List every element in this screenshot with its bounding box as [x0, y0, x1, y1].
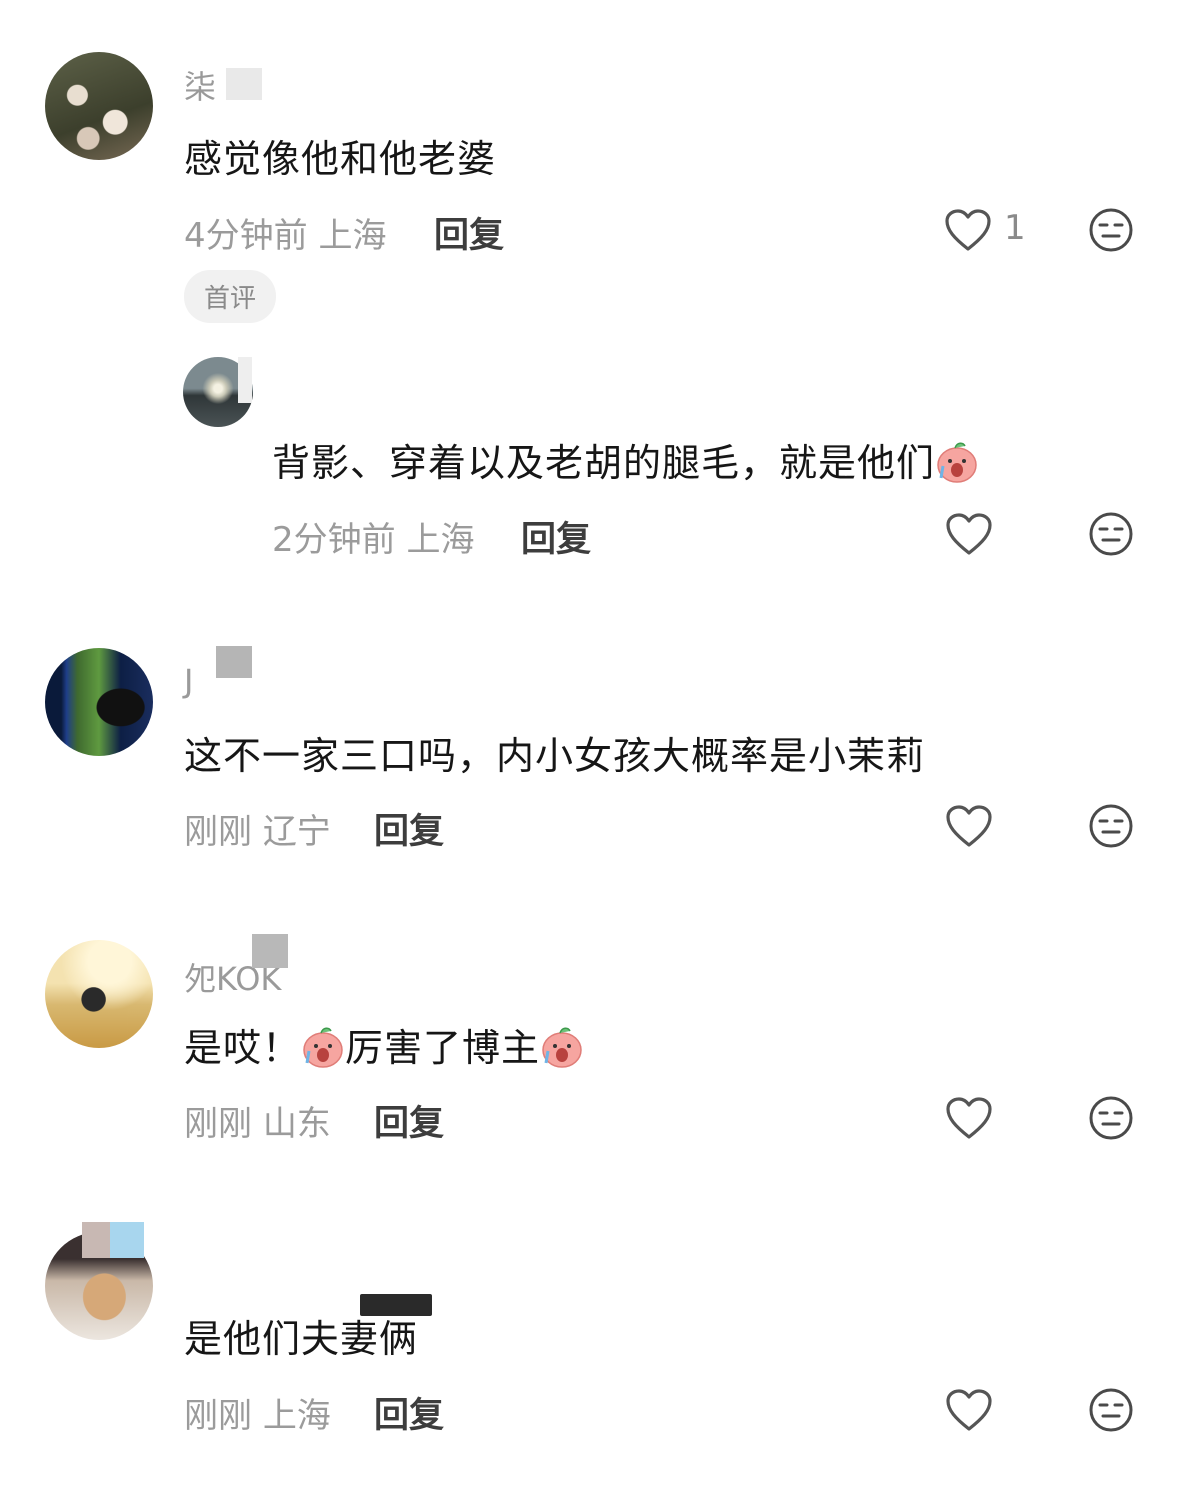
crying-peach-emoji	[540, 1025, 584, 1069]
comment-time: 刚刚	[184, 812, 252, 852]
comment-text-part: 厉害了博主	[345, 1026, 541, 1070]
reply-button[interactable]: 回复	[434, 207, 504, 258]
like-count: 1	[1004, 208, 1026, 248]
redaction-mask	[252, 934, 288, 968]
reply-text: 背影、穿着以及老胡的腿毛，就是他们	[272, 432, 979, 487]
neutral-face-icon[interactable]	[1088, 1095, 1134, 1141]
comment-meta: 刚刚 辽宁	[184, 804, 331, 853]
comment-meta: 刚刚 上海	[184, 1388, 331, 1437]
redaction-mask	[82, 1222, 110, 1258]
comment-text: 是哎！ 厉害了博主	[184, 1017, 584, 1072]
comment-text: 是他们夫妻俩	[184, 1317, 419, 1361]
comment-text-part: 是哎！	[184, 1026, 302, 1070]
comment-location: 山东	[262, 1104, 331, 1144]
reply-meta: 2分钟前 上海	[272, 512, 474, 561]
heart-outline-icon[interactable]	[945, 1096, 993, 1140]
heart-outline-icon[interactable]	[945, 1388, 993, 1432]
comment-meta: 刚刚 山东	[184, 1096, 331, 1145]
heart-outline-icon[interactable]	[945, 804, 993, 848]
comment-location: 上海	[318, 216, 387, 256]
redaction-mask	[110, 1222, 144, 1258]
crying-peach-emoji	[301, 1025, 345, 1069]
reply-location: 上海	[406, 520, 475, 560]
comment-text: 感觉像他和他老婆	[184, 137, 497, 181]
avatar[interactable]	[45, 52, 153, 160]
comment-time: 刚刚	[184, 1104, 252, 1144]
heart-outline-icon[interactable]	[945, 512, 993, 556]
comment-meta: 4分钟前 上海	[184, 208, 386, 257]
reply-button[interactable]: 回复	[374, 1387, 444, 1438]
comment-time: 刚刚	[184, 1396, 252, 1436]
neutral-face-icon[interactable]	[1088, 207, 1134, 253]
comment-text: 这不一家三口吗，内小女孩大概率是小茉莉	[184, 734, 926, 778]
crying-peach-emoji	[935, 440, 979, 484]
reply-button[interactable]: 回复	[374, 803, 444, 854]
username[interactable]: 柒	[184, 62, 216, 108]
heart-outline-icon[interactable]	[944, 208, 992, 252]
comment-location: 辽宁	[262, 812, 331, 852]
redaction-mask	[216, 646, 252, 678]
username[interactable]: J	[184, 662, 193, 700]
reply-button[interactable]: 回复	[521, 511, 591, 562]
redaction-mask	[226, 68, 262, 100]
neutral-face-icon[interactable]	[1088, 1387, 1134, 1433]
reply-button[interactable]: 回复	[374, 1095, 444, 1146]
neutral-face-icon[interactable]	[1088, 511, 1134, 557]
neutral-face-icon[interactable]	[1088, 803, 1134, 849]
redaction-mask	[360, 1294, 432, 1316]
reply-time: 2分钟前	[272, 520, 396, 560]
avatar[interactable]	[45, 940, 153, 1048]
first-comment-badge: 首评	[184, 270, 277, 323]
redaction-mask	[238, 357, 252, 403]
comment-location: 上海	[262, 1396, 331, 1436]
comment-time: 4分钟前	[184, 216, 308, 256]
reply-text-body: 背影、穿着以及老胡的腿毛，就是他们	[272, 441, 936, 485]
avatar[interactable]	[45, 648, 153, 756]
